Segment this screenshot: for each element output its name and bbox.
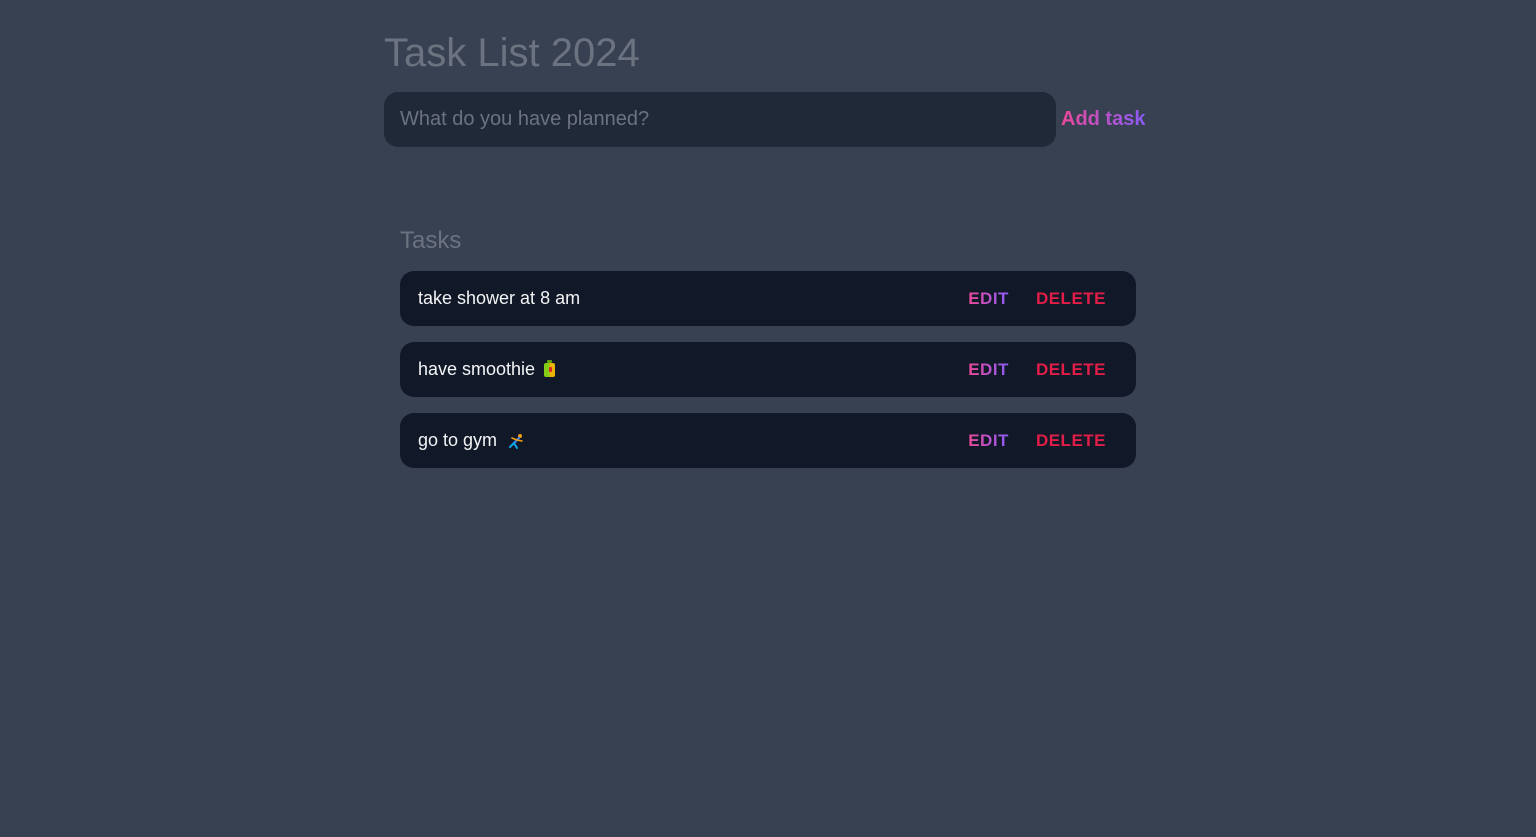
task-item-actions: Edit Delete xyxy=(968,271,1106,326)
edit-task-button[interactable]: Edit xyxy=(968,289,1009,309)
person-cartwheeling-icon xyxy=(507,432,523,449)
delete-task-button[interactable]: Delete xyxy=(1036,360,1106,380)
delete-task-button[interactable]: Delete xyxy=(1036,289,1106,309)
task-item: take shower at 8 am Edit Delete xyxy=(400,271,1136,326)
task-list: take shower at 8 am Edit Delete have smo… xyxy=(400,271,1136,468)
task-item-text: take shower at 8 am xyxy=(418,288,581,308)
delete-task-button[interactable]: Delete xyxy=(1036,431,1106,451)
new-task-form: Add task xyxy=(384,92,1154,147)
tasks-heading: Tasks xyxy=(400,227,462,254)
task-item-actions: Edit Delete xyxy=(968,413,1106,468)
task-item-text: have smoothie xyxy=(418,359,536,379)
edit-task-button[interactable]: Edit xyxy=(968,431,1009,451)
task-item-actions: Edit Delete xyxy=(968,342,1106,397)
tasks-section: Tasks take shower at 8 am Edit Delete ha… xyxy=(400,226,1136,484)
task-item-text-wrapper: have smoothie xyxy=(418,342,557,397)
task-item: go to gym Edit Delete xyxy=(400,413,1136,468)
task-item: have smoothie Edit Delete xyxy=(400,342,1136,397)
add-task-button[interactable]: Add task xyxy=(1061,92,1145,147)
page-title: Task List 2024 xyxy=(384,31,640,75)
beverage-box-icon xyxy=(541,360,557,377)
new-task-input[interactable] xyxy=(384,92,1056,147)
task-item-text-wrapper: go to gym xyxy=(418,413,523,468)
task-item-text: go to gym xyxy=(418,430,498,450)
task-item-text-wrapper: take shower at 8 am xyxy=(418,271,580,326)
edit-task-button[interactable]: Edit xyxy=(968,360,1009,380)
